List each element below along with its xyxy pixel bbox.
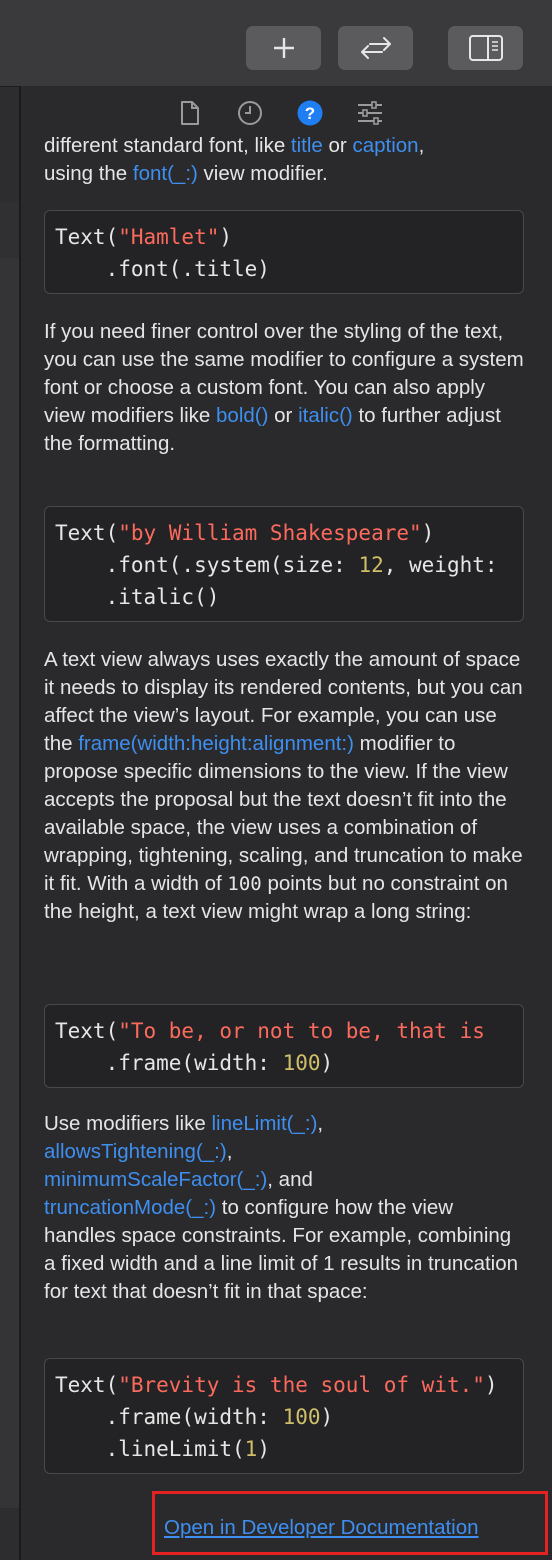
code-block-brevity[interactable]: Text("Brevity is the soul of wit.") .fra… [44, 1358, 524, 1474]
code-block-to-be[interactable]: Text("To be, or not to be, that is .fram… [44, 1004, 524, 1088]
doc-paragraph-font: different standard font, like title or c… [44, 134, 425, 185]
annotation-highlight-box [152, 1491, 548, 1555]
allows-tightening-link[interactable]: allowsTightening(_:) [44, 1140, 227, 1163]
quick-help-inspector-tab[interactable]: ? [296, 99, 324, 127]
quick-help-content: different standard font, like title or c… [21, 130, 552, 1560]
attributes-inspector-tab[interactable] [356, 99, 384, 127]
svg-text:?: ? [305, 104, 315, 123]
add-button[interactable] [246, 26, 321, 70]
caption-link[interactable]: caption [352, 134, 418, 157]
editor-edge [0, 0, 20, 1560]
clock-icon [238, 101, 262, 125]
frame-modifier-link[interactable]: frame(width:height:alignment:) [78, 732, 354, 755]
swap-button[interactable] [338, 26, 413, 70]
code-block-shakespeare[interactable]: Text("by William Shakespeare") .font(.sy… [44, 506, 524, 622]
bold-link[interactable]: bold() [216, 404, 268, 427]
font-modifier-link[interactable]: font(_:) [133, 162, 198, 185]
right-panel-icon [468, 35, 503, 61]
doc-paragraph-layout: A text view always uses exactly the amou… [44, 648, 523, 923]
plus-icon [273, 38, 294, 58]
inspector-toggle-button[interactable] [448, 26, 523, 70]
history-inspector-tab[interactable] [236, 99, 264, 127]
doc-paragraph-styling: If you need finer control over the styli… [44, 320, 524, 455]
italic-link[interactable]: italic() [298, 404, 353, 427]
sliders-icon [358, 101, 382, 125]
toolbar [0, 0, 552, 87]
help-icon: ? [297, 100, 323, 126]
doc-paragraph-modifiers: Use modifiers like lineLimit(_:), allowsT… [44, 1112, 519, 1303]
minimum-scale-factor-link[interactable]: minimumScaleFactor(_:) [44, 1168, 267, 1191]
code-block-hamlet[interactable]: Text("Hamlet") .font(.title) [44, 210, 524, 294]
truncation-mode-link[interactable]: truncationMode(_:) [44, 1196, 216, 1219]
line-limit-link[interactable]: lineLimit(_:) [211, 1112, 317, 1135]
file-inspector-tab[interactable] [176, 99, 204, 127]
title-link[interactable]: title [291, 134, 323, 157]
file-icon [181, 101, 199, 125]
swap-arrows-icon [360, 37, 391, 59]
